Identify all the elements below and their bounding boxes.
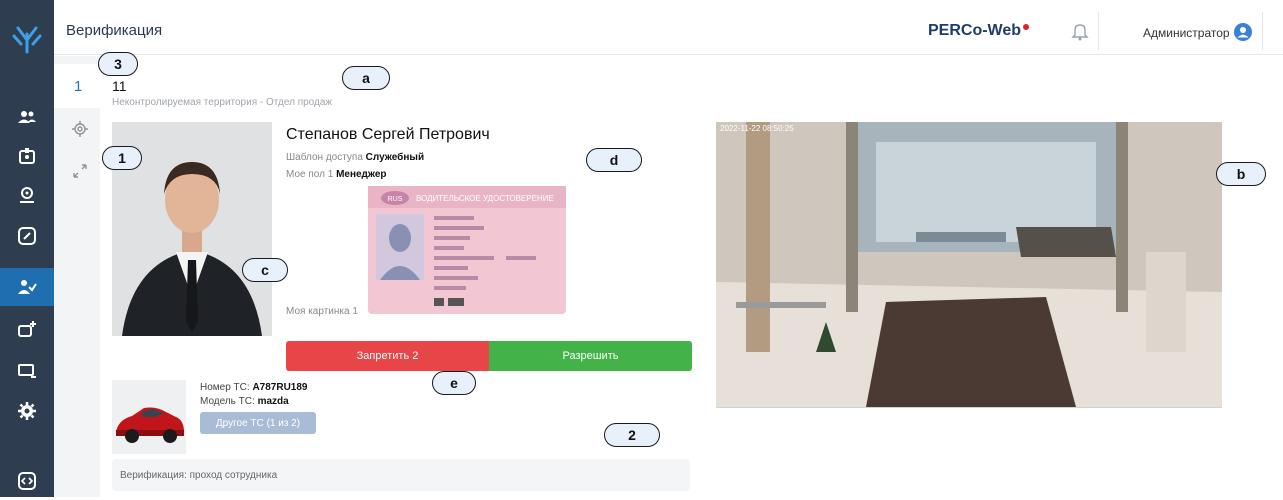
- sidebar-item-verification[interactable]: [0, 268, 54, 306]
- sidebar-item-location[interactable]: [0, 176, 54, 214]
- sidebar-collapse[interactable]: [0, 462, 54, 500]
- callout-b: b: [1216, 162, 1266, 186]
- camera-view: 2022-11-22 08:50:25: [716, 122, 1222, 407]
- license-picture: RUS ВОДИТЕЛЬСКОЕ УДОСТОВЕРЕНИЕ: [368, 186, 566, 314]
- users-icon: [18, 111, 36, 123]
- callout-2: 2: [604, 423, 660, 447]
- brand-logo: PERCo-Web: [928, 22, 1030, 40]
- sidebar: [0, 0, 54, 497]
- vehicle-photo: [112, 380, 186, 454]
- top-bar: Верификация PERCo-Web Администратор: [54, 0, 1283, 55]
- callout-e: e: [432, 371, 476, 395]
- sidebar-item-badges[interactable]: [0, 137, 54, 175]
- callout-d: d: [586, 148, 642, 172]
- monitor-icon: [18, 364, 36, 378]
- divider: [1262, 12, 1263, 50]
- add-badge-icon: [18, 321, 36, 337]
- vehicle-number-field: Номер ТС: A787RU189: [200, 382, 308, 393]
- allow-button[interactable]: Разрешить: [489, 341, 692, 371]
- sidebar-item-settings[interactable]: [0, 392, 54, 430]
- custom-field: Мое пол 1 Менеджер: [286, 169, 387, 180]
- tabs-column: 1: [54, 56, 100, 497]
- settings-icon[interactable]: [71, 120, 89, 138]
- status-bar: Верификация: проход сотрудника: [112, 459, 690, 491]
- bell-icon[interactable]: [1069, 20, 1091, 42]
- verify-icon: [18, 280, 37, 294]
- tab-1[interactable]: 1: [54, 64, 100, 108]
- sidebar-item-links[interactable]: [0, 217, 54, 255]
- other-vehicle-button[interactable]: Другое ТС (1 из 2): [200, 412, 316, 434]
- user-name[interactable]: Администратор: [1143, 26, 1230, 40]
- link-icon: [18, 227, 36, 245]
- location-icon: [20, 187, 34, 203]
- access-template-field: Шаблон доступа Служебный: [286, 152, 425, 163]
- license-country: RUS: [388, 196, 403, 203]
- license-header: ВОДИТЕЛЬСКОЕ УДОСТОВЕРЕНИЕ: [416, 194, 554, 203]
- tab-number: 1: [74, 78, 83, 95]
- camera-timestamp: 2022-11-22 08:50:25: [720, 124, 794, 133]
- sidebar-item-add-badge[interactable]: [0, 310, 54, 348]
- divider: [1098, 12, 1099, 50]
- user-avatar-icon[interactable]: [1233, 22, 1253, 42]
- sidebar-item-monitor[interactable]: [0, 352, 54, 390]
- employee-name: Степанов Сергей Петрович: [286, 126, 490, 143]
- vehicle-model-field: Модель ТС: mazda: [200, 396, 289, 407]
- callout-c: c: [242, 258, 288, 282]
- page-title: Верификация: [66, 22, 163, 39]
- expand-icon: [18, 472, 36, 490]
- device-name: 11: [112, 78, 127, 94]
- sidebar-item-users[interactable]: [0, 98, 54, 136]
- territory-label: Неконтролируемая территория - Отдел прод…: [112, 97, 333, 108]
- camera-divider: [716, 407, 1222, 408]
- gear-icon: [18, 402, 36, 420]
- deny-button[interactable]: Запретить 2: [286, 341, 489, 371]
- picture-label: Моя картинка 1: [286, 306, 358, 317]
- callout-3: 3: [98, 52, 138, 76]
- logo-icon[interactable]: [10, 22, 44, 56]
- badge-icon: [19, 148, 35, 164]
- expand-icon[interactable]: [71, 162, 89, 180]
- callout-1: 1: [102, 146, 142, 170]
- status-text: Верификация: проход сотрудника: [120, 470, 278, 481]
- callout-a: a: [342, 66, 390, 90]
